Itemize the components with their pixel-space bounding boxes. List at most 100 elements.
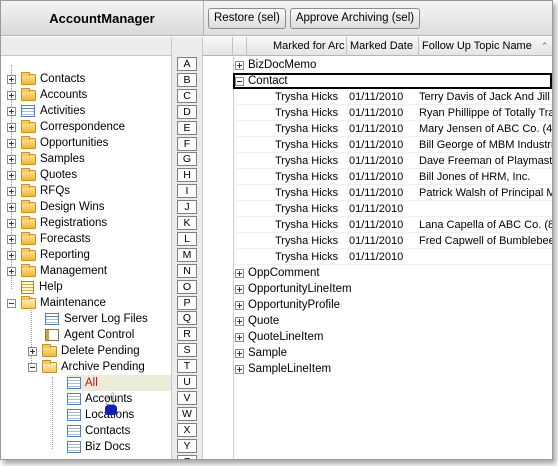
expand-icon[interactable] xyxy=(235,300,244,310)
tree-item-activities[interactable]: Activities xyxy=(7,103,85,119)
alpha-filter-y-button[interactable]: Y xyxy=(177,438,197,453)
approve-archiving-button[interactable]: Approve Archiving (sel) xyxy=(289,7,421,29)
alpha-filter-h-button[interactable]: H xyxy=(177,168,197,183)
group-row[interactable]: Contact xyxy=(233,73,552,89)
table-row[interactable]: Trysha Hicks 01/11/2010 Bill Jones of HRM,… xyxy=(235,169,552,185)
expand-icon[interactable] xyxy=(7,106,16,116)
table-row[interactable]: Trysha Hicks 01/11/2010 xyxy=(235,201,552,217)
expand-icon[interactable] xyxy=(28,346,37,356)
restore-button[interactable]: Restore (sel) xyxy=(208,7,286,29)
expand-icon[interactable] xyxy=(7,170,16,180)
tree-item-contacts[interactable]: Contacts xyxy=(7,71,85,87)
tree-item-reporting[interactable]: Reporting xyxy=(7,247,90,263)
table-row[interactable]: Trysha Hicks 01/11/2010 Ryan Phillippe of … xyxy=(235,105,552,121)
tree-item-forecasts[interactable]: Forecasts xyxy=(7,231,91,247)
tree-item-samples[interactable]: Samples xyxy=(7,151,85,167)
tree-item-registrations[interactable]: Registrations xyxy=(7,215,107,231)
alpha-filter-x-button[interactable]: X xyxy=(177,422,197,437)
expand-icon[interactable] xyxy=(235,348,244,358)
column-header-follow-up-topic[interactable]: Follow Up Topic Name ⌃ xyxy=(419,37,552,56)
tree-item-archive-contacts[interactable]: Contacts xyxy=(67,423,130,439)
alpha-filter-z-button[interactable]: Z xyxy=(177,454,197,459)
expand-icon[interactable] xyxy=(7,186,16,196)
table-row[interactable]: Trysha Hicks 01/11/2010 Bill George of MBM… xyxy=(235,137,552,153)
group-row[interactable]: Quote xyxy=(235,313,552,329)
tree-item-management[interactable]: Management xyxy=(7,263,107,279)
group-row[interactable]: BizDocMemo xyxy=(235,57,552,73)
expand-icon[interactable] xyxy=(7,202,16,212)
alpha-filter-e-button[interactable]: E xyxy=(177,120,197,135)
alpha-filter-q-button[interactable]: Q xyxy=(177,311,197,326)
alpha-filter-w-button[interactable]: W xyxy=(177,406,197,421)
alpha-filter-l-button[interactable]: L xyxy=(177,231,197,246)
expand-icon[interactable] xyxy=(235,316,244,326)
alpha-filter-a-button[interactable]: A xyxy=(177,57,197,71)
tree-item-design-wins[interactable]: Design Wins xyxy=(7,199,105,215)
tree-item-rfqs[interactable]: RFQs xyxy=(7,183,70,199)
group-row[interactable]: Sample xyxy=(235,345,552,361)
expand-icon[interactable] xyxy=(7,138,16,148)
tree-item-accounts[interactable]: Accounts xyxy=(7,87,87,103)
alpha-filter-j-button[interactable]: J xyxy=(177,200,197,215)
alpha-filter-g-button[interactable]: G xyxy=(177,152,197,167)
tree-item-quotes[interactable]: Quotes xyxy=(7,167,77,183)
alpha-filter-u-button[interactable]: U xyxy=(177,375,197,389)
tree-item-archive-accounts[interactable]: Accounts xyxy=(67,391,132,407)
table-row[interactable]: Trysha Hicks 01/11/2010 Terry Davis of Jac… xyxy=(235,89,552,105)
tree-item-biz-docs[interactable]: Biz Docs xyxy=(67,439,130,455)
tree-item-maintenance[interactable]: Maintenance xyxy=(7,295,106,311)
expand-icon[interactable] xyxy=(7,218,16,228)
alpha-filter-b-button[interactable]: B xyxy=(177,72,197,87)
alpha-filter-i-button[interactable]: I xyxy=(177,184,197,199)
table-row[interactable]: Trysha Hicks 01/11/2010 Lana Capella of AB… xyxy=(235,217,552,233)
tree-item-correspondence[interactable]: Correspondence xyxy=(7,119,125,135)
tree-item-help[interactable]: Help xyxy=(21,279,63,295)
tree-item-locations[interactable]: Locations xyxy=(67,407,134,423)
group-label: Quote xyxy=(248,315,280,327)
expand-icon[interactable] xyxy=(7,90,16,100)
alpha-filter-t-button[interactable]: T xyxy=(177,359,197,374)
expand-icon[interactable] xyxy=(235,60,244,70)
table-row[interactable]: Trysha Hicks 01/11/2010 xyxy=(235,249,552,265)
alpha-filter-f-button[interactable]: F xyxy=(177,136,197,151)
alpha-filter-v-button[interactable]: V xyxy=(177,390,197,405)
tree-item-agent-control[interactable]: Agent Control xyxy=(45,327,134,343)
alpha-filter-k-button[interactable]: K xyxy=(177,216,197,230)
expand-icon[interactable] xyxy=(7,250,16,260)
tree-item-server-log-files[interactable]: Server Log Files xyxy=(45,311,148,327)
alpha-filter-m-button[interactable]: M xyxy=(177,247,197,262)
collapse-icon[interactable] xyxy=(235,76,244,86)
expand-icon[interactable] xyxy=(7,266,16,276)
alpha-filter-s-button[interactable]: S xyxy=(177,343,197,358)
expand-icon[interactable] xyxy=(235,364,244,374)
group-row[interactable]: OppComment xyxy=(235,265,552,281)
group-row[interactable]: OpportunityProfile xyxy=(235,297,552,313)
expand-icon[interactable] xyxy=(7,74,16,84)
alpha-filter-d-button[interactable]: D xyxy=(177,104,197,119)
alpha-filter-o-button[interactable]: O xyxy=(177,279,197,294)
expand-icon[interactable] xyxy=(7,234,16,244)
group-row[interactable]: OpportunityLineItem xyxy=(235,281,552,297)
collapse-icon[interactable] xyxy=(28,362,37,372)
tree-item-opportunities[interactable]: Opportunities xyxy=(7,135,108,151)
expand-icon[interactable] xyxy=(235,332,244,342)
table-row[interactable]: Trysha Hicks 01/11/2010 Mary Jensen of ABC… xyxy=(235,121,552,137)
alpha-filter-p-button[interactable]: P xyxy=(177,295,197,310)
alpha-filter-r-button[interactable]: R xyxy=(177,327,197,342)
group-row[interactable]: QuoteLineItem xyxy=(235,329,552,345)
column-header-marked-date[interactable]: Marked Date xyxy=(347,37,419,56)
alpha-filter-n-button[interactable]: N xyxy=(177,263,197,278)
expand-icon[interactable] xyxy=(235,284,244,294)
table-row[interactable]: Trysha Hicks 01/11/2010 Dave Freeman of Pl… xyxy=(235,153,552,169)
table-row[interactable]: Trysha Hicks 01/11/2010 Fred Capwell of Bu… xyxy=(235,233,552,249)
expand-icon[interactable] xyxy=(7,122,16,132)
tree-item-delete-pending[interactable]: Delete Pending xyxy=(28,343,140,359)
expand-icon[interactable] xyxy=(235,268,244,278)
expand-icon[interactable] xyxy=(7,154,16,164)
collapse-icon[interactable] xyxy=(7,298,16,308)
group-row[interactable]: SampleLineItem xyxy=(235,361,552,377)
column-header-marked-for[interactable]: Marked for Arc xyxy=(247,37,347,56)
alpha-filter-c-button[interactable]: C xyxy=(177,88,197,103)
tree-item-archive-pending[interactable]: Archive Pending xyxy=(28,359,145,375)
table-row[interactable]: Trysha Hicks 01/11/2010 Patrick Walsh of P… xyxy=(235,185,552,201)
